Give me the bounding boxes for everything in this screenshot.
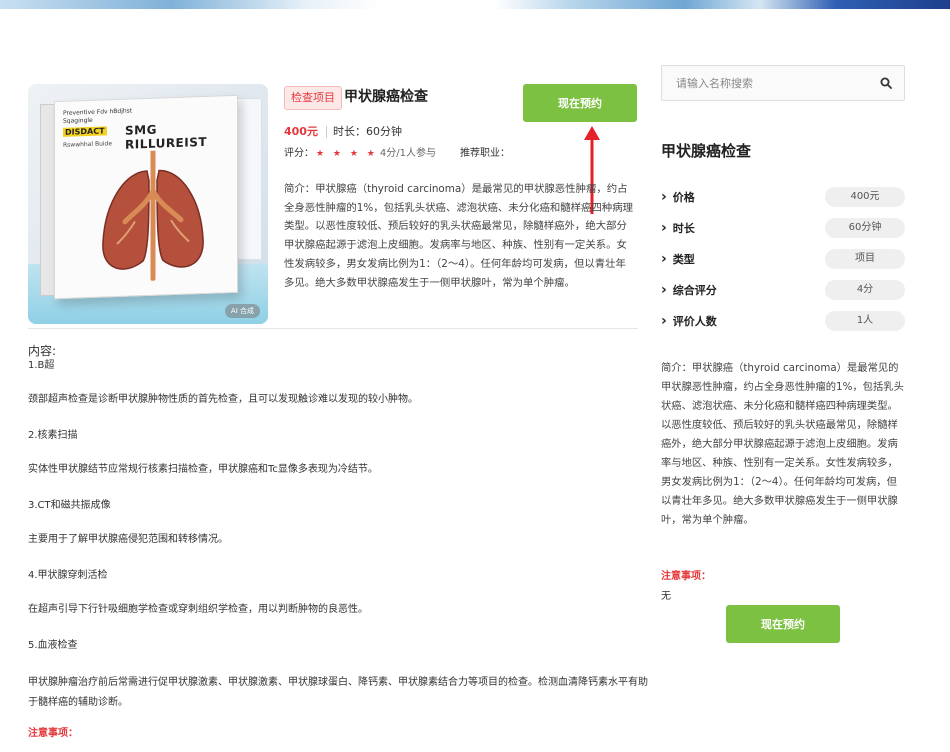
attr-rating: 综合评分 4分: [661, 280, 905, 311]
attr-review-count: 评价人数 1人: [661, 311, 905, 342]
content-item-desc: 在超声引导下行针吸细胞学检查或穿刺组织学检查，用以判断肿物的良恶性。: [28, 604, 368, 615]
top-banner-image: [0, 0, 950, 9]
attr-value: 60分钟: [825, 218, 905, 238]
search-box: [661, 65, 905, 101]
sidebar-intro: 简介：甲状腺癌（thyroid carcinoma）是最常见的甲状腺恶性肿瘤，约…: [661, 362, 904, 526]
attr-value: 1人: [825, 311, 905, 331]
content-item-title: 5.血液检查: [28, 640, 78, 651]
attr-label: 价格: [661, 187, 695, 208]
divider: [28, 328, 638, 329]
attr-label: 评价人数: [661, 311, 717, 332]
attr-value: 项目: [825, 249, 905, 269]
content-item-desc: 实体性甲状腺结节应常规行核素扫描检查，甲状腺癌和Tc显像多表现为冷结节。: [28, 464, 378, 475]
rating-label: 评分：: [284, 148, 314, 159]
rating-row: 评分： ★ ★ ★ ★ 4分/1人参与 推荐职业：: [284, 147, 510, 161]
ai-badge: AI 合成: [224, 304, 260, 318]
product-box-illustration: Preventive Fdv hBdjhst Sqagingle DISDACT…: [54, 94, 238, 300]
rating-stars: ★ ★ ★ ★: [316, 149, 378, 159]
sidebar-notice-label: 注意事项：: [661, 571, 711, 582]
attr-value: 4分: [825, 280, 905, 300]
attribute-list: 价格 400元 时长 60分钟 类型 项目 综合评分 4分 评价人数 1人: [661, 187, 905, 342]
attr-value: 400元: [825, 187, 905, 207]
search-input[interactable]: [676, 75, 866, 91]
sidebar-title: 甲状腺癌检查: [661, 142, 752, 160]
content-item-desc: 甲状腺肿瘤治疗前后常需进行促甲状腺激素、甲状腺激素、甲状腺球蛋白、降钙素、甲状腺…: [28, 677, 648, 708]
content-item-title: 4.甲状腺穿刺活检: [28, 570, 108, 581]
price-value: 400元: [284, 125, 318, 138]
lungs-illustration: [102, 148, 204, 282]
attr-duration: 时长 60分钟: [661, 218, 905, 249]
attr-price: 价格 400元: [661, 187, 905, 218]
rating-text: 4分/1人参与: [379, 148, 436, 159]
attr-label: 时长: [661, 218, 695, 239]
job-label: 推荐职业：: [459, 148, 510, 159]
content-item-title: 1.B超: [28, 360, 55, 371]
product-intro: 简介：甲状腺癌（thyroid carcinoma）是最常见的甲状腺恶性肿瘤，约…: [284, 183, 633, 289]
content-section: 内容: 1.B超 颈部超声检查是诊断甲状腺肿物性质的首先检查，且可以发现触诊难以…: [28, 344, 648, 741]
category-tag: 检查项目: [284, 86, 342, 110]
content-item-title: 3.CT和磁共振成像: [28, 500, 111, 511]
book-now-button[interactable]: 现在预约: [523, 84, 637, 122]
attr-label: 类型: [661, 249, 695, 270]
product-image: Preventive Fdv hBdjhst Sqagingle DISDACT…: [28, 84, 268, 324]
content-item-desc: 主要用于了解甲状腺癌侵犯范围和转移情况。: [28, 534, 228, 545]
product-title: 甲状腺癌检查: [344, 89, 428, 105]
attr-type: 类型 项目: [661, 249, 905, 280]
attr-label: 综合评分: [661, 280, 717, 301]
sidebar-book-now-button[interactable]: 现在预约: [726, 605, 840, 643]
content-item-desc: 颈部超声检查是诊断甲状腺肿物性质的首先检查，且可以发现触诊难以发现的较小肿物。: [28, 394, 418, 405]
content-item-title: 2.核素扫描: [28, 430, 78, 441]
sidebar-notice-value: 无: [661, 591, 671, 602]
price-duration-row: 400元 时长：60分钟: [284, 124, 402, 140]
content-notice-label: 注意事项：: [28, 728, 78, 739]
search-icon[interactable]: [880, 77, 892, 89]
content-heading: 内容:: [28, 344, 57, 358]
duration-value: 时长：60分钟: [332, 125, 402, 138]
